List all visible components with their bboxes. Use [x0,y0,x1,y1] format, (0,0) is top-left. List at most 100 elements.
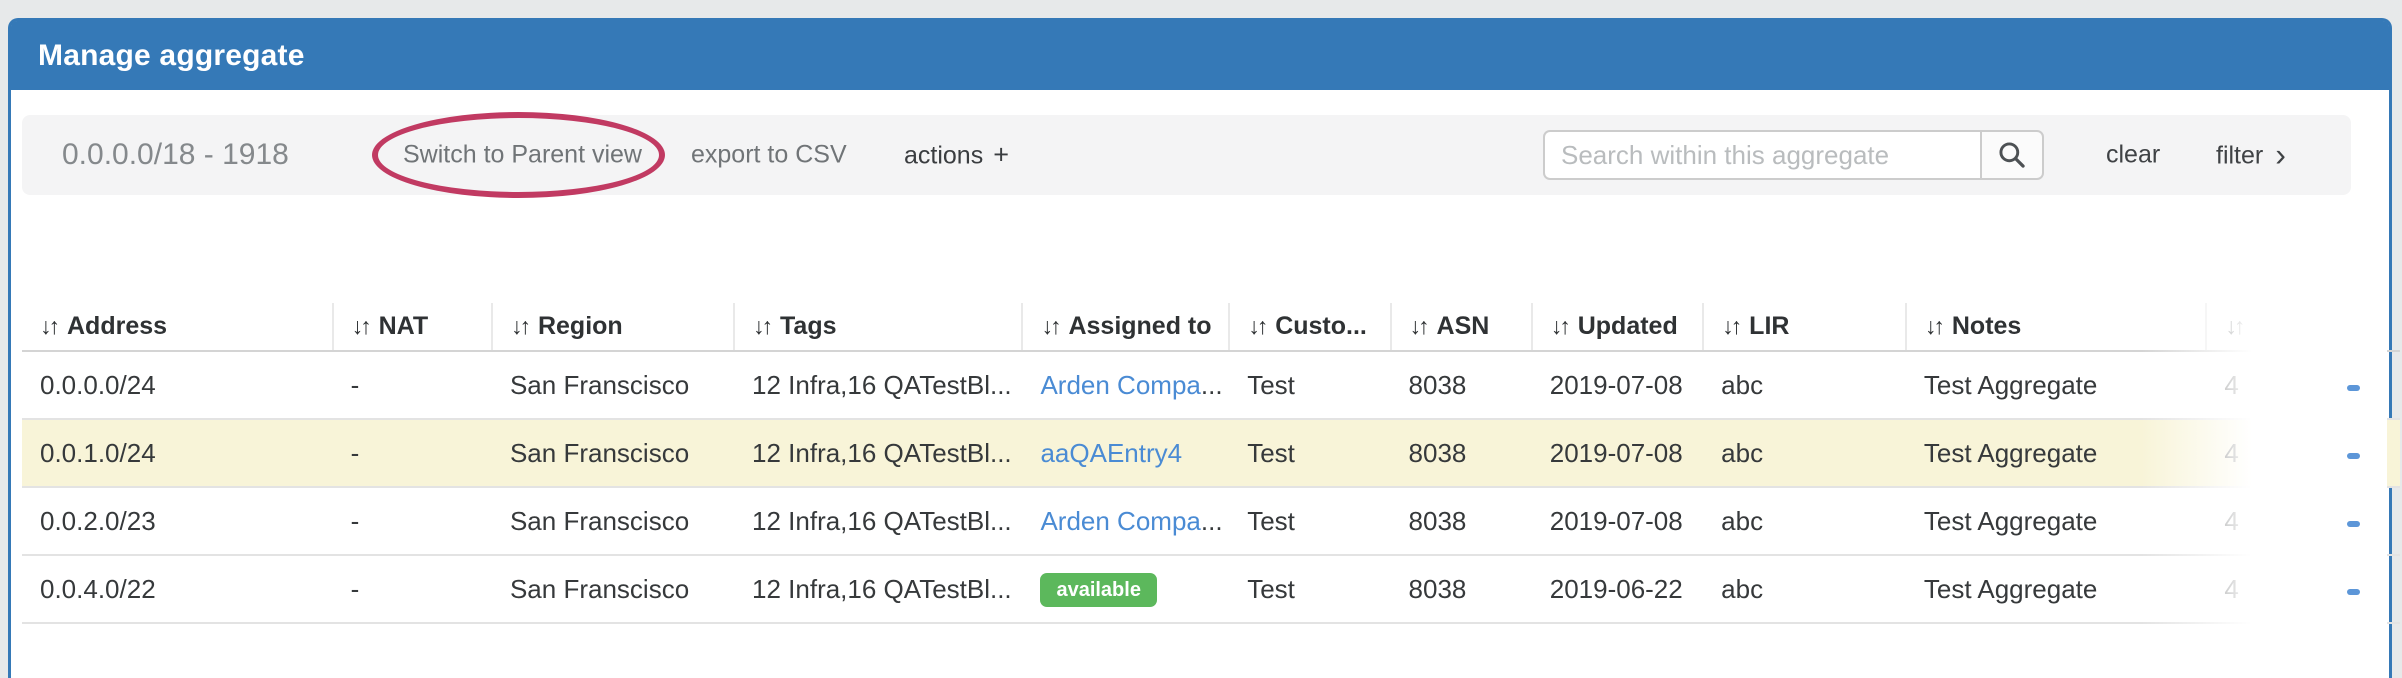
cell-lir: abc [1703,555,1906,623]
sort-icon: ↓↑ [1551,313,1568,339]
aggregate-range-label: 0.0.0.0/18 - 1918 [62,138,289,172]
switch-to-parent-view-link[interactable]: Switch to Parent view [403,141,642,170]
cell-notes: Test Aggregate [1906,351,2207,419]
cell-lir: abc [1703,487,1906,555]
cell-region: San Franscisco [492,351,734,419]
row-overflow-mark [2347,521,2360,527]
column-header-tags[interactable]: ↓↑Tags [734,303,1022,351]
truncation-ellipsis: ... [1201,370,1223,400]
cell-nat: - [333,351,492,419]
page-background: { "window": { "title": "Manage aggregate… [0,0,2402,647]
clear-search-link[interactable]: clear [2106,141,2160,170]
cell-customer: Test [1229,555,1390,623]
sort-icon: ↓↑ [753,313,770,339]
cell-updated: 2019-06-22 [1532,555,1703,623]
chevron-right-icon: › [2275,137,2286,173]
cell-vlan: 4 [2206,351,2349,419]
cell-tags: 12 Infra,16 QATestBl... [734,419,1022,487]
manage-aggregate-panel: Manage aggregate 0.0.0.0/18 - 1918 Switc… [8,18,2392,678]
cell-vlan: 4 [2206,487,2349,555]
aggregate-table: ↓↑Address ↓↑NAT ↓↑Region ↓↑Tags ↓↑Assign… [22,303,2400,624]
column-header-asn[interactable]: ↓↑ASN [1391,303,1532,351]
cell-asn: 8038 [1391,555,1532,623]
cell-customer: Test [1229,351,1390,419]
export-to-csv-link[interactable]: export to CSV [691,141,847,170]
search-icon [1996,139,2028,171]
cell-region: San Franscisco [492,419,734,487]
plus-icon: + [993,140,1009,170]
filter-label: filter [2216,142,2263,170]
cell-vlan: 4 [2206,419,2349,487]
cell-lir: abc [1703,419,1906,487]
cell-address: 0.0.4.0/22 [22,555,333,623]
panel-header: Manage aggregate [11,21,2389,90]
filter-link[interactable]: filter › [2216,137,2286,174]
truncation-ellipsis: ... [1201,506,1223,536]
sort-icon: ↓↑ [40,313,57,339]
cell-tags: 12 Infra,16 QATestBl... [734,487,1022,555]
sort-icon: ↓↑ [1722,313,1739,339]
cell-nat: - [333,555,492,623]
search-group [1543,130,2044,180]
assigned-to-link[interactable]: aaQAEntry4 [1040,438,1182,468]
cell-notes: Test Aggregate [1906,555,2207,623]
cell-vlan: 4 [2206,555,2349,623]
cell-asn: 8038 [1391,351,1532,419]
cell-tags: 12 Infra,16 QATestBl... [734,555,1022,623]
column-header-address[interactable]: ↓↑Address [22,303,333,351]
cell-nat: - [333,487,492,555]
row-overflow-mark [2347,453,2360,459]
assigned-to-link[interactable]: Arden Compa [1040,506,1200,536]
cell-assigned-to: aaQAEntry4 [1022,419,1229,487]
column-header-updated[interactable]: ↓↑Updated [1532,303,1703,351]
actions-label: actions [904,142,983,170]
column-header-stub [2350,303,2400,351]
toolbar: 0.0.0.0/18 - 1918 Switch to Parent view … [22,115,2351,195]
cell-customer: Test [1229,419,1390,487]
cell-region: San Franscisco [492,487,734,555]
aggregate-table-container: ↓↑Address ↓↑NAT ↓↑Region ↓↑Tags ↓↑Assign… [22,303,2400,663]
column-header-lir[interactable]: ↓↑LIR [1703,303,1906,351]
table-header-row: ↓↑Address ↓↑NAT ↓↑Region ↓↑Tags ↓↑Assign… [22,303,2400,351]
cell-address: 0.0.0.0/24 [22,351,333,419]
row-overflow-mark [2347,589,2360,595]
cell-updated: 2019-07-08 [1532,419,1703,487]
column-header-region[interactable]: ↓↑Region [492,303,734,351]
column-header-nat[interactable]: ↓↑NAT [333,303,492,351]
cell-nat: - [333,419,492,487]
cell-address: 0.0.1.0/24 [22,419,333,487]
sort-icon: ↓↑ [1248,313,1265,339]
assigned-to-link[interactable]: Arden Compa [1040,370,1200,400]
sort-icon: ↓↑ [511,313,528,339]
column-header-assigned-to[interactable]: ↓↑Assigned to [1022,303,1229,351]
column-header-notes[interactable]: ↓↑Notes [1906,303,2207,351]
sort-icon: ↓↑ [1410,313,1427,339]
search-button[interactable] [1980,130,2044,180]
cell-region: San Franscisco [492,555,734,623]
cell-asn: 8038 [1391,419,1532,487]
column-header-customer[interactable]: ↓↑Custo... [1229,303,1390,351]
cell-updated: 2019-07-08 [1532,351,1703,419]
table-row[interactable]: 0.0.4.0/22 - San Franscisco 12 Infra,16 … [22,555,2400,623]
column-header-vlan[interactable]: ↓↑VLAN [2206,303,2349,351]
table-row[interactable]: 0.0.2.0/23 - San Franscisco 12 Infra,16 … [22,487,2400,555]
table-row[interactable]: 0.0.0.0/24 - San Franscisco 12 Infra,16 … [22,351,2400,419]
table-row-highlighted[interactable]: 0.0.1.0/24 - San Franscisco 12 Infra,16 … [22,419,2400,487]
actions-menu-button[interactable]: actions + [904,140,1009,171]
cell-customer: Test [1229,487,1390,555]
cell-asn: 8038 [1391,487,1532,555]
page-title: Manage aggregate [38,39,305,73]
cell-updated: 2019-07-08 [1532,487,1703,555]
cell-notes: Test Aggregate [1906,419,2207,487]
status-badge-available: available [1040,573,1157,607]
cell-assigned-to: Arden Compa... [1022,487,1229,555]
sort-icon: ↓↑ [352,313,369,339]
search-input[interactable] [1543,130,1980,180]
sort-icon: ↓↑ [2225,313,2242,339]
cell-notes: Test Aggregate [1906,487,2207,555]
cell-assigned-to: available [1022,555,1229,623]
row-overflow-mark [2347,385,2360,391]
cell-tags: 12 Infra,16 QATestBl... [734,351,1022,419]
sort-icon: ↓↑ [1041,313,1058,339]
cell-address: 0.0.2.0/23 [22,487,333,555]
